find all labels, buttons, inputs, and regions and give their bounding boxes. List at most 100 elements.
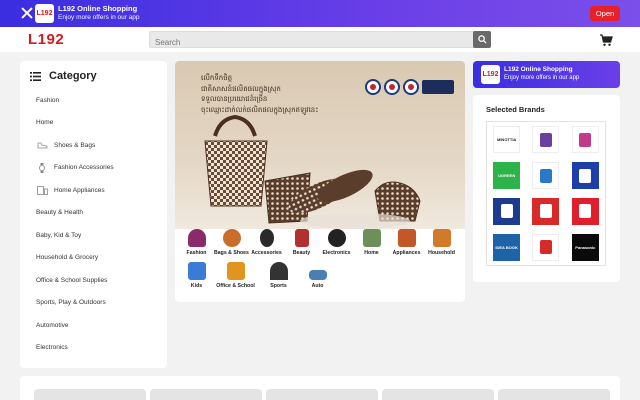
brand-tile[interactable] bbox=[526, 229, 565, 265]
mini-category-sports[interactable]: Sports bbox=[257, 262, 300, 289]
category-item-home-appliances[interactable]: Home Appliances bbox=[20, 179, 167, 202]
selected-brands-title: Selected Brands bbox=[486, 105, 545, 114]
brand-logo bbox=[571, 162, 599, 190]
category-item-household-grocery[interactable]: Household & Grocery bbox=[20, 247, 167, 270]
brand-tile[interactable] bbox=[566, 194, 605, 230]
category-item-home[interactable]: Home bbox=[20, 112, 167, 135]
brand-logo: IDEA BOOK bbox=[493, 233, 521, 261]
mini-category-label: Home bbox=[364, 250, 379, 256]
promo-subtitle: Enjoy more offers in our app bbox=[504, 75, 580, 81]
category-item-automotive[interactable]: Automotive bbox=[20, 314, 167, 337]
mini-category-label: Office & School bbox=[216, 283, 255, 289]
watch-icon bbox=[36, 162, 48, 173]
promo-title: L192 Online Shopping bbox=[504, 66, 573, 73]
product-card-placeholder bbox=[266, 389, 378, 400]
mini-category-bags-shoes[interactable]: Bags & Shoes bbox=[214, 229, 249, 256]
product-card-placeholder bbox=[34, 389, 146, 400]
brand-mark bbox=[500, 204, 513, 219]
mini-category-office-school[interactable]: Office & School bbox=[214, 262, 257, 289]
category-item-office-school[interactable]: Office & School Supplies bbox=[20, 269, 167, 292]
beauty-icon bbox=[294, 229, 309, 247]
mini-category-label: Fashion bbox=[186, 250, 207, 256]
brand-tile[interactable]: MINOTTIA bbox=[487, 122, 526, 158]
site-logo[interactable]: L192 bbox=[28, 31, 64, 48]
category-label: Automotive bbox=[36, 321, 69, 329]
category-label: Baby, Kid & Toy bbox=[36, 231, 82, 239]
home-icon bbox=[362, 229, 381, 247]
search-button[interactable] bbox=[473, 31, 491, 48]
brand-mark bbox=[579, 204, 592, 219]
category-label: Home bbox=[36, 119, 54, 127]
household-icon bbox=[432, 229, 451, 247]
mini-category-label: Auto bbox=[311, 283, 324, 289]
brand-logo: UGREEN bbox=[493, 162, 521, 190]
bag-icon bbox=[222, 229, 241, 247]
mini-category-accessories[interactable]: Accessories bbox=[249, 229, 284, 256]
category-item-fashion-accessories[interactable]: Fashion Accessories bbox=[20, 157, 167, 180]
product-card-placeholder bbox=[382, 389, 494, 400]
open-app-button[interactable]: Open bbox=[590, 6, 620, 21]
category-item-shoes-bags[interactable]: Shoes & Bags bbox=[20, 134, 167, 157]
brand-logo bbox=[532, 162, 560, 190]
app-promo-card[interactable]: L192 L192 Online Shopping Enjoy more off… bbox=[473, 61, 620, 88]
brand-mark bbox=[539, 168, 552, 183]
menu-icon bbox=[30, 71, 41, 81]
tent-icon bbox=[269, 262, 288, 280]
category-item-baby-kid-toy[interactable]: Baby, Kid & Toy bbox=[20, 224, 167, 247]
brand-logo bbox=[532, 126, 560, 154]
brand-tile[interactable] bbox=[526, 158, 565, 194]
brand-mark bbox=[579, 168, 592, 183]
brand-tile[interactable]: Panasonic bbox=[566, 229, 605, 265]
brand-logo bbox=[532, 233, 560, 261]
mini-category-beauty[interactable]: Beauty bbox=[284, 229, 319, 256]
brand-mark bbox=[539, 132, 552, 147]
brand-logo: Panasonic bbox=[571, 233, 599, 261]
mini-category-strip: Fashion Bags & Shoes Accessories Beauty … bbox=[179, 229, 461, 289]
mini-category-appliances[interactable]: Appliances bbox=[389, 229, 424, 256]
mini-category-row: Fashion Bags & Shoes Accessories Beauty … bbox=[179, 229, 461, 256]
mini-category-label: Accessories bbox=[251, 250, 282, 256]
mini-category-household[interactable]: Household bbox=[424, 229, 459, 256]
brand-tile[interactable] bbox=[526, 122, 565, 158]
category-label: Office & School Supplies bbox=[36, 276, 108, 284]
brand-mark bbox=[579, 132, 592, 147]
mini-category-auto[interactable]: Auto bbox=[300, 262, 335, 289]
category-item-sports-outdoors[interactable]: Sports, Play & Outdoors bbox=[20, 292, 167, 315]
hero-banner-image[interactable]: លើកទឹកចិត្ត ជាតិសាសន៍ផលិតផលក្នុងស្រុក ទទ… bbox=[175, 61, 465, 229]
mini-category-fashion[interactable]: Fashion bbox=[179, 229, 214, 256]
mini-category-home[interactable]: Home bbox=[354, 229, 389, 256]
category-label: Home Appliances bbox=[54, 186, 105, 194]
brand-tile[interactable] bbox=[566, 122, 605, 158]
category-label: Household & Grocery bbox=[36, 254, 99, 262]
app-logo: L192 bbox=[35, 4, 54, 23]
brand-logo bbox=[532, 197, 560, 225]
category-item-electronics[interactable]: Electronics bbox=[20, 337, 167, 360]
blocks-icon bbox=[187, 262, 206, 280]
brand-tile[interactable] bbox=[487, 194, 526, 230]
cart-icon[interactable] bbox=[599, 33, 613, 47]
brand-tile[interactable] bbox=[526, 194, 565, 230]
shoe-icon bbox=[36, 140, 48, 150]
app-banner-title: L192 Online Shopping bbox=[58, 4, 138, 13]
brand-tile[interactable]: UGREEN bbox=[487, 158, 526, 194]
product-section bbox=[20, 376, 620, 400]
mini-category-label: Bags & Shoes bbox=[214, 250, 249, 256]
mini-category-label: Appliances bbox=[392, 250, 421, 256]
mini-category-electronics[interactable]: Electronics bbox=[319, 229, 354, 256]
search-input[interactable] bbox=[150, 35, 460, 50]
brand-logo bbox=[493, 197, 521, 225]
category-label: Beauty & Health bbox=[36, 209, 83, 217]
category-list: Fashion Home Shoes & Bags Fashion Access… bbox=[20, 89, 167, 359]
mini-category-kids[interactable]: Kids bbox=[179, 262, 214, 289]
mini-category-label: Household bbox=[428, 250, 455, 256]
category-title: Category bbox=[49, 70, 97, 82]
brand-mark bbox=[539, 204, 552, 219]
category-header: Category bbox=[30, 69, 97, 83]
close-icon[interactable] bbox=[20, 6, 34, 20]
brand-tile[interactable]: IDEA BOOK bbox=[487, 229, 526, 265]
category-item-beauty-health[interactable]: Beauty & Health bbox=[20, 202, 167, 225]
brand-tile[interactable] bbox=[566, 158, 605, 194]
fashion-icon bbox=[187, 229, 206, 247]
selected-brands-panel: Selected Brands MINOTTIA UGREEN IDEA BOOK P… bbox=[473, 95, 620, 282]
category-item-fashion[interactable]: Fashion bbox=[20, 89, 167, 112]
